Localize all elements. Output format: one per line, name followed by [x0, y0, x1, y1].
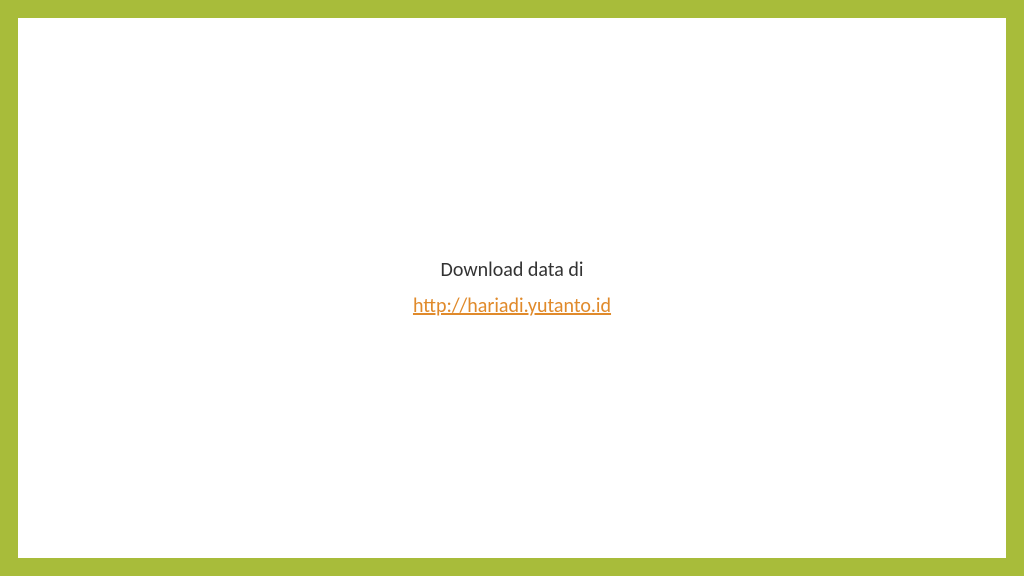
download-link[interactable]: http://hariadi.yutanto.id [413, 294, 611, 318]
slide-frame: Download data di http://hariadi.yutanto.… [18, 18, 1006, 558]
content-block: Download data di http://hariadi.yutanto.… [413, 254, 611, 322]
slide-title: Download data di [413, 254, 611, 286]
